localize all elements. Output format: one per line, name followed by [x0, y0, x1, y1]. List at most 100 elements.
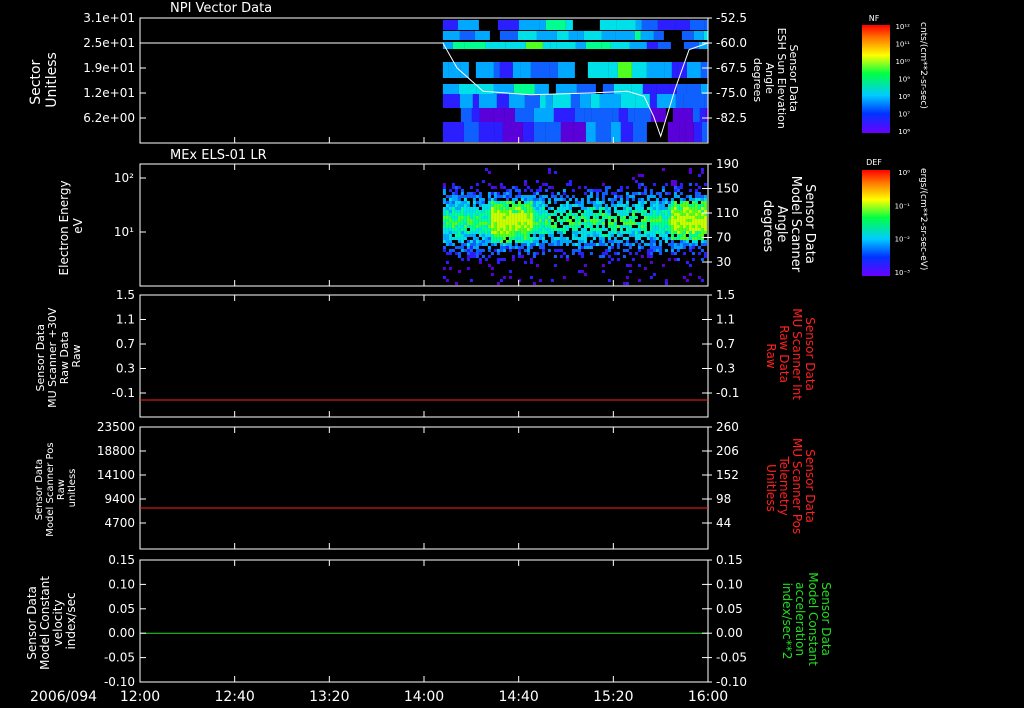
- heatmap-cell: [518, 20, 540, 30]
- spectrogram-cell: [559, 231, 563, 234]
- spectrogram-cell: [520, 210, 524, 213]
- spectrogram-cell: [583, 219, 587, 222]
- spectrogram-cell: [562, 225, 566, 228]
- heatmap-cell: [601, 31, 616, 40]
- spectrogram-cell: [505, 228, 509, 231]
- spectrogram-cell: [667, 258, 671, 261]
- ytick-right-label: -82.5: [716, 111, 747, 125]
- spectrogram-cell: [499, 234, 503, 237]
- spectrogram-cell: [469, 252, 473, 255]
- spectrogram-cell: [676, 207, 680, 210]
- spectrogram-cell: [673, 186, 677, 189]
- spectrogram-cell: [688, 183, 692, 186]
- spectrogram-cell: [487, 222, 491, 225]
- spectrogram-cell: [496, 225, 500, 228]
- spectrogram-cell: [658, 192, 662, 195]
- spectrogram-cell: [487, 228, 491, 231]
- spectrogram-cell: [625, 243, 629, 246]
- spectrogram-cell: [703, 201, 707, 204]
- spectrogram-cell: [505, 189, 509, 192]
- spectrogram-cell: [655, 222, 659, 225]
- spectrogram-cell: [523, 225, 527, 228]
- spectrogram-cell: [655, 231, 659, 234]
- spectrogram-cell: [520, 240, 524, 243]
- spectrogram-cell: [511, 231, 515, 234]
- spectrogram-cell: [454, 225, 458, 228]
- spectrogram-cell: [487, 216, 491, 219]
- spectrogram-cell: [517, 231, 521, 234]
- spectrogram-cell: [547, 198, 551, 201]
- spectrogram-cell: [679, 240, 683, 243]
- spectrogram-cell: [523, 213, 527, 216]
- spectrogram-cell: [529, 231, 533, 234]
- spectrogram-cell: [673, 222, 677, 225]
- spectrogram-cell: [670, 210, 674, 213]
- spectrogram-cell: [451, 204, 455, 207]
- spectrogram-cell: [682, 276, 686, 279]
- heatmap-cell: [555, 84, 577, 94]
- spectrogram-cell: [700, 243, 704, 246]
- spectrogram-cell: [571, 243, 575, 246]
- spectrogram-cell: [541, 195, 545, 198]
- spectrogram-cell: [493, 213, 497, 216]
- spectrogram-cell: [688, 189, 692, 192]
- spectrogram-cell: [616, 210, 620, 213]
- heatmap-cell: [459, 31, 475, 40]
- spectrogram-cell: [532, 255, 536, 258]
- spectrogram-cell: [553, 213, 557, 216]
- spectrogram-cell: [469, 234, 473, 237]
- spectrogram-cell: [577, 204, 581, 207]
- spectrogram-cell: [694, 219, 698, 222]
- heatmap-cell: [460, 108, 472, 122]
- spectrogram-cell: [514, 213, 518, 216]
- spectrogram-cell: [607, 240, 611, 243]
- heatmap-cell: [671, 62, 678, 78]
- spectrogram-cell: [490, 219, 494, 222]
- colorbar-nf: NF 10¹²10¹¹10¹⁰10⁹10⁸10⁷10⁶ cnts/(cm**2-…: [862, 14, 928, 136]
- spectrogram-cell: [664, 210, 668, 213]
- spectrogram-cell: [520, 234, 524, 237]
- spectrogram-cell: [607, 261, 611, 264]
- spectrogram-cell: [535, 216, 539, 219]
- spectrogram-cell: [532, 192, 536, 195]
- ytick-right-label: -67.5: [716, 61, 747, 75]
- spectrogram-cell: [604, 210, 608, 213]
- ytick-label: 9400: [104, 492, 135, 506]
- heatmap-cell: [686, 62, 701, 78]
- spectrogram-cell: [520, 219, 524, 222]
- spectrogram-cell: [577, 249, 581, 252]
- spectrogram-cell: [583, 273, 587, 276]
- spectrogram-cell: [511, 234, 515, 237]
- spectrogram-cell: [538, 213, 542, 216]
- spectrogram-cell: [457, 198, 461, 201]
- spectrogram-cell: [631, 243, 635, 246]
- spectrogram-cell: [478, 261, 482, 264]
- spectrogram-cell: [499, 210, 503, 213]
- spectrogram-cell: [574, 198, 578, 201]
- spectrogram-cell: [502, 243, 506, 246]
- spectrogram-cell: [475, 216, 479, 219]
- spectrogram-cell: [475, 252, 479, 255]
- spectrogram-cell: [457, 252, 461, 255]
- spectrogram-cell: [637, 249, 641, 252]
- spectrogram-cell: [505, 198, 509, 201]
- ytick-right-label: 0.3: [716, 362, 735, 376]
- spectrogram-cell: [634, 228, 638, 231]
- spectrogram-cell: [475, 213, 479, 216]
- heatmap-cell: [533, 108, 554, 122]
- panel-model-scanner-pos: 23500188001410094004700 2602061529844 Se…: [34, 420, 817, 550]
- spectrogram-cell: [697, 234, 701, 237]
- spectrogram-cell: [694, 231, 698, 234]
- spectrogram-cell: [535, 189, 539, 192]
- spectrogram-cell: [616, 201, 620, 204]
- spectrogram-cell: [565, 219, 569, 222]
- spectrogram-cell: [685, 210, 689, 213]
- spectrogram-cell: [478, 258, 482, 261]
- spectrogram-cell: [529, 276, 533, 279]
- spectrogram-cell: [538, 201, 542, 204]
- spectrogram-cell: [526, 210, 530, 213]
- heatmap-cell: [570, 94, 580, 108]
- spectrogram-cell: [541, 201, 545, 204]
- spectrogram-cell: [586, 222, 590, 225]
- spectrogram-cell: [508, 276, 512, 279]
